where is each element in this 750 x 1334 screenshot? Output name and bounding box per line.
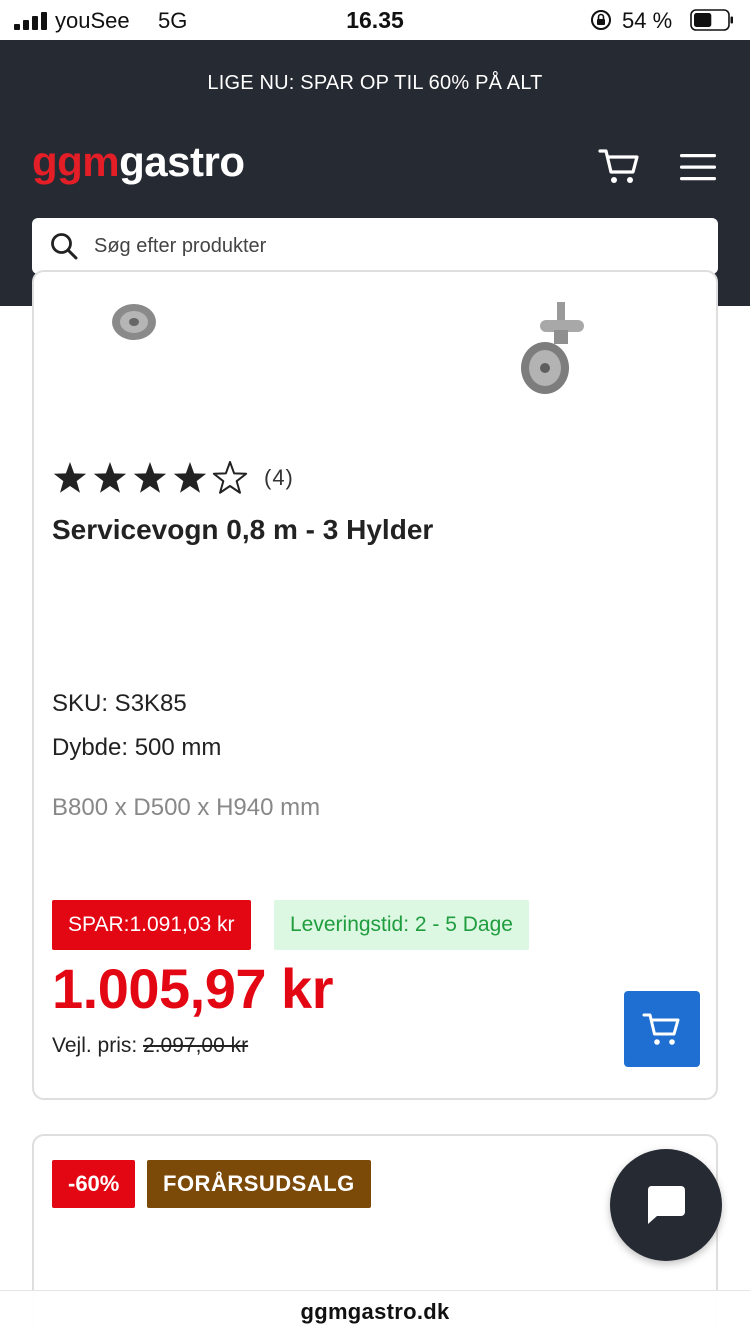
recommended-price-label: Vejl. pris: — [52, 1034, 144, 1057]
product-card[interactable]: (4) Servicevogn 0,8 m - 3 Hylder SKU: S3… — [32, 270, 718, 1100]
site-logo[interactable]: ggmgastro — [32, 138, 245, 186]
cart-icon[interactable] — [597, 146, 641, 186]
page-url[interactable]: ggmgastro.dk — [0, 1299, 750, 1325]
search-bar[interactable] — [32, 218, 718, 274]
recommended-price-value: 2.097,00 kr — [143, 1034, 249, 1057]
star-empty-icon — [212, 461, 248, 494]
orientation-lock-icon — [591, 10, 611, 30]
star-rating-icons — [53, 461, 248, 494]
product-depth: Dybde: 500 mm — [52, 734, 222, 761]
logo-part-ggm: ggm — [32, 138, 120, 185]
promo-banner[interactable]: LIGE NU: SPAR OP TIL 60% PÅ ALT — [0, 72, 750, 95]
star-filled-icon — [133, 462, 167, 493]
chat-button[interactable] — [610, 1149, 722, 1261]
logo-part-gastro: gastro — [119, 138, 245, 185]
cart-icon — [642, 1013, 680, 1045]
star-filled-icon — [53, 462, 87, 493]
hamburger-menu-icon[interactable] — [680, 152, 716, 182]
product-price: 1.005,97 kr — [52, 957, 333, 1020]
rating-stars[interactable]: (4) — [52, 460, 294, 496]
review-count[interactable]: (4) — [264, 465, 294, 491]
battery-icon — [690, 9, 733, 31]
delivery-time-badge: Leveringstid: 2 - 5 Dage — [274, 900, 529, 950]
product-image[interactable] — [34, 302, 716, 412]
product-sku: SKU: S3K85 — [52, 690, 187, 717]
site-header: LIGE NU: SPAR OP TIL 60% PÅ ALT ggmgastr… — [0, 40, 750, 306]
savings-badge: SPAR:1.091,03 kr — [52, 900, 251, 950]
product-title[interactable]: Servicevogn 0,8 m - 3 Hylder — [52, 514, 433, 546]
recommended-price: Vejl. pris: 2.097,00 kr — [52, 1034, 248, 1058]
search-input[interactable] — [94, 218, 694, 274]
battery-percentage: 54 % — [622, 8, 673, 33]
star-filled-icon — [93, 462, 127, 493]
browser-address-bar[interactable]: ggmgastro.dk — [0, 1290, 750, 1334]
product-dimensions: B800 x D500 x H940 mm — [52, 794, 321, 821]
star-filled-icon — [173, 462, 207, 493]
add-to-cart-button[interactable] — [624, 991, 700, 1067]
discount-badge: -60% — [52, 1160, 136, 1208]
chat-bubble-icon — [647, 1186, 685, 1224]
status-bar: youSee 5G 16.35 54 % — [0, 0, 750, 40]
search-icon[interactable] — [50, 232, 78, 260]
spring-sale-badge: FORÅRSUDSALG — [147, 1160, 371, 1208]
